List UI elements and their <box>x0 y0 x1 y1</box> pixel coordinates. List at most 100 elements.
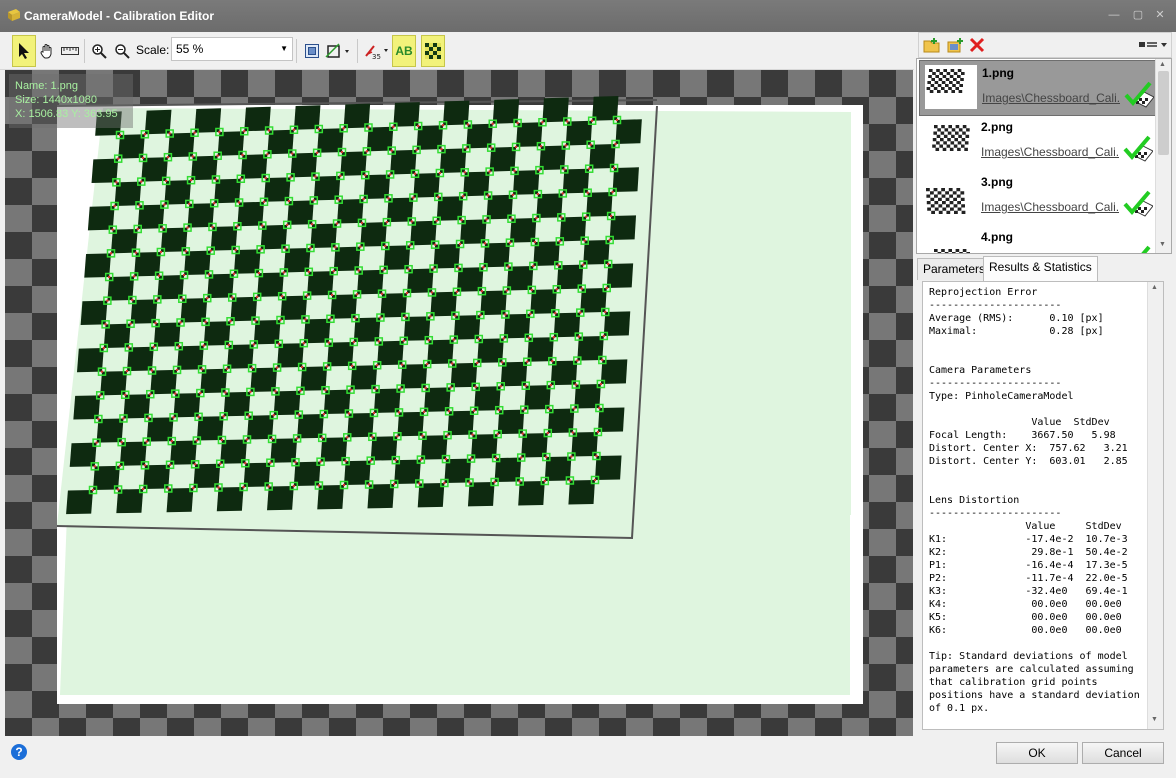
crop-rotate-icon[interactable] <box>323 35 353 67</box>
scroll-up-icon[interactable]: ▲ <box>1151 284 1158 291</box>
corner-point <box>555 288 558 291</box>
scroll-down-icon[interactable]: ▼ <box>1159 241 1166 248</box>
image-path-link[interactable]: Images\Chessboard_Cali... <box>981 200 1119 214</box>
image-list-scrollbar[interactable]: ▲ ▼ <box>1155 59 1171 253</box>
thumbnail-square <box>953 197 957 201</box>
corner-point <box>297 413 300 416</box>
corner-point <box>279 318 282 322</box>
corner-point <box>359 245 362 248</box>
maximize-icon[interactable]: ▢ <box>1130 8 1146 22</box>
corner-point <box>218 130 221 134</box>
image-list[interactable]: 1.png Images\Chessboard_Cali... 2.png Im… <box>916 58 1172 254</box>
corner-point <box>527 336 530 339</box>
corner-point <box>330 293 334 297</box>
window-title: CameraModel - Calibration Editor <box>24 9 215 23</box>
fit-to-window-icon[interactable] <box>300 35 324 67</box>
scrollbar-thumb[interactable] <box>1158 71 1169 155</box>
corner-point <box>472 409 476 412</box>
ab-labels-button[interactable]: AB <box>392 35 416 67</box>
scale-dropdown[interactable]: 55 % ▼ <box>171 37 293 61</box>
corner-point <box>197 415 200 418</box>
image-thumbnail <box>924 174 976 218</box>
corner-point <box>477 337 480 341</box>
zoom-out-icon[interactable] <box>110 35 134 67</box>
list-item[interactable]: 3.png Images\Chessboard_Cali... <box>919 170 1157 224</box>
corner-point <box>493 480 496 484</box>
corner-point <box>496 432 499 436</box>
corner-point <box>593 478 597 482</box>
thumbnail-square <box>926 201 931 205</box>
corner-point <box>206 296 209 300</box>
list-item[interactable]: 4.png <box>919 225 1157 253</box>
corner-point <box>186 226 189 229</box>
thumbnail-square <box>949 201 954 205</box>
image-path-link[interactable]: Images\Chessboard_Cali... <box>982 91 1120 105</box>
cancel-button[interactable]: Cancel <box>1082 742 1164 764</box>
corner-point <box>277 342 280 345</box>
corner-point <box>393 482 396 486</box>
thumbnail-square <box>954 210 958 214</box>
image-path-link[interactable]: Images\Chessboard_Cali... <box>981 145 1119 159</box>
thumbnail-square <box>937 191 942 195</box>
corner-point <box>207 273 211 276</box>
corner-point <box>552 336 555 339</box>
list-item[interactable]: 2.png Images\Chessboard_Cali... <box>919 115 1157 169</box>
minimize-icon[interactable]: — <box>1106 8 1122 22</box>
thumbnail-square <box>936 69 940 72</box>
hand-pan-icon[interactable] <box>35 35 59 67</box>
corner-point <box>579 311 582 314</box>
corner-point <box>136 227 139 231</box>
close-icon[interactable]: ✕ <box>1152 8 1168 22</box>
corner-point <box>224 391 227 394</box>
calibrated-check-icon <box>1123 190 1153 217</box>
thumbnail-square <box>936 134 941 138</box>
thumbnail-square <box>958 128 963 132</box>
select-arrow-icon[interactable] <box>12 35 36 67</box>
thumbnail-square <box>966 252 970 253</box>
scroll-down-icon[interactable]: ▼ <box>1151 716 1158 723</box>
delete-icon[interactable] <box>969 37 987 55</box>
thumbnail-square <box>942 201 946 205</box>
corner-point <box>557 264 560 267</box>
thumbnail-square <box>962 125 967 129</box>
corner-point <box>115 181 118 184</box>
image-info-overlay: Name: 1.png Size: 1440x1080 X: 1506.83 Y… <box>9 74 133 128</box>
thumbnail-square <box>961 204 965 208</box>
tab-results-statistics[interactable]: Results & Statistics <box>983 256 1098 281</box>
view-options-icon[interactable] <box>1139 38 1169 52</box>
zoom-in-icon[interactable] <box>87 35 111 67</box>
corner-point <box>329 317 332 320</box>
corner-point <box>261 224 264 227</box>
ok-button[interactable]: OK <box>996 742 1078 764</box>
image-thumbnail <box>925 65 977 109</box>
corner-point <box>339 174 342 178</box>
checkerboard-icon[interactable] <box>421 35 445 67</box>
corner-point <box>304 318 307 321</box>
thumbnail-square <box>954 138 958 142</box>
corner-point <box>314 175 317 178</box>
ruler-icon[interactable] <box>58 35 82 67</box>
corner-point <box>249 390 252 394</box>
corner-point <box>200 368 204 371</box>
help-icon[interactable]: ? <box>11 744 27 760</box>
thumbnail-square <box>932 72 936 75</box>
corner-point <box>577 335 580 338</box>
results-scrollbar[interactable]: ▲ ▼ <box>1147 282 1163 729</box>
corner-point <box>287 199 291 203</box>
thumbnail-square <box>941 249 945 252</box>
add-folder-icon[interactable] <box>923 37 941 55</box>
tab-parameters[interactable]: Parameters <box>917 258 992 280</box>
corner-point <box>458 242 462 246</box>
corner-point <box>195 439 199 442</box>
grid-points-icon[interactable]: 35 <box>362 35 392 67</box>
list-item[interactable]: 1.png Images\Chessboard_Cali... <box>919 60 1159 116</box>
scroll-up-icon[interactable]: ▲ <box>1159 61 1166 68</box>
corner-point <box>225 367 229 370</box>
results-statistics-panel[interactable]: Reprojection Error ---------------------… <box>922 281 1164 730</box>
thumbnail-square <box>956 194 961 198</box>
add-images-icon[interactable] <box>946 37 964 55</box>
corner-point <box>93 465 97 468</box>
image-canvas[interactable]: Name: 1.png Size: 1440x1080 X: 1506.83 Y… <box>5 70 913 736</box>
corner-point <box>563 168 566 171</box>
thumbnail-square <box>964 147 968 151</box>
